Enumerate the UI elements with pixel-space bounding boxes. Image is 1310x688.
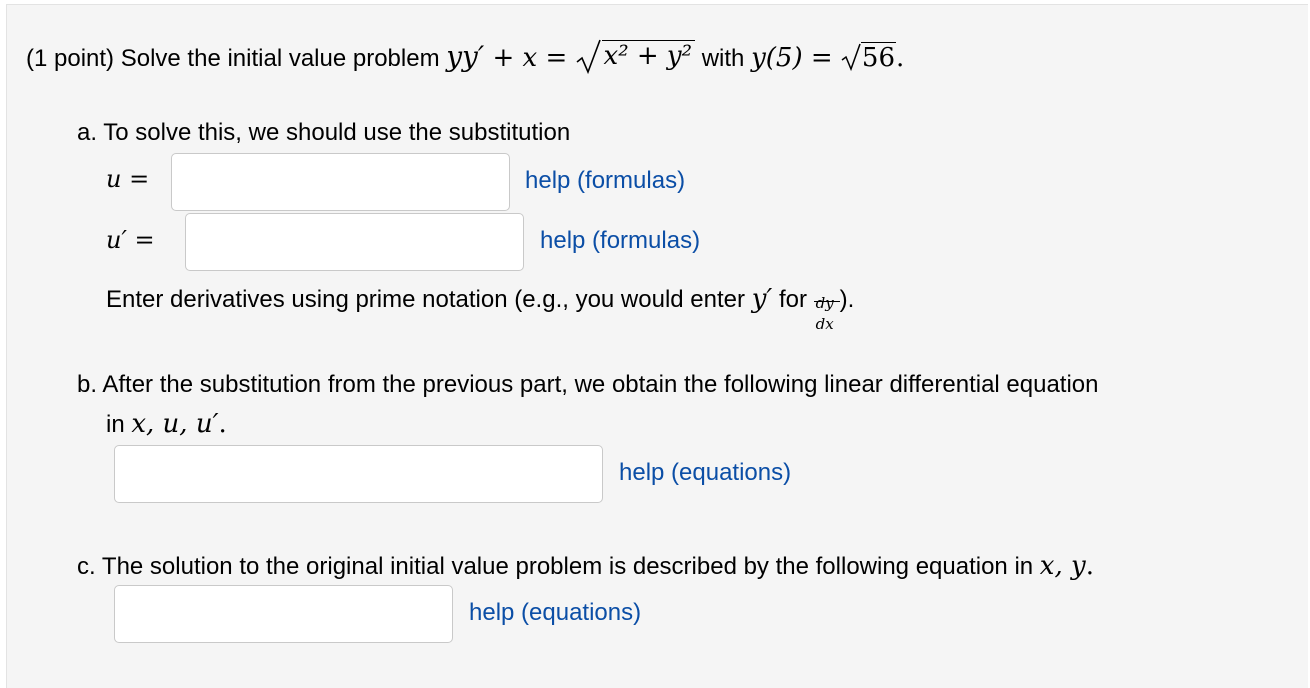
u-prime-help-link[interactable]: help (formulas) [540,227,700,255]
sqrt-radicand: x² + y² [601,40,696,71]
sqrt-expression: x² + y² [576,38,696,77]
problem-statement: (1 point) Solve the initial value proble… [26,38,905,77]
with-text: with [701,45,745,72]
part-b-in: in [106,411,125,438]
dy-dx-fraction: dy dx [813,281,840,333]
u-label: u = [106,165,150,193]
linear-de-input[interactable] [114,445,603,503]
note-for: for [778,286,807,313]
period: . [896,43,905,73]
solution-input[interactable] [114,585,453,643]
sqrt-sign-icon [576,39,601,75]
initial-condition: y(5) = [751,43,841,73]
ic-sqrt: 56 [841,40,897,77]
part-b-period: . [218,409,227,439]
part-c-help-link[interactable]: help (equations) [469,599,641,627]
note-suffix: ). [839,286,855,313]
ic-value: 56 [860,42,897,73]
part-b-intro-line1: b. After the substitution from the previ… [77,371,1099,398]
ode-lhs: yy′ [446,40,485,73]
note-y-prime: y′ [751,284,773,314]
problem-container: (1 point) Solve the initial value proble… [6,4,1308,688]
part-b-help-link[interactable]: help (equations) [619,459,791,487]
u-prime-input[interactable] [185,213,524,271]
part-c-intro: c. The solution to the original initial … [77,551,1094,581]
u-input[interactable] [171,153,510,211]
u-prime-label: u′ = [106,226,155,254]
prompt-text: Solve the initial value problem [120,45,440,72]
note-prefix: Enter derivatives using prime notation (… [106,286,746,313]
part-b-intro-line2: in x, u, u′. [106,409,227,439]
frac-denominator: dx [815,314,834,333]
points-label: (1 point) [26,45,115,72]
part-c-vars: x, y [1039,551,1086,581]
part-c-text: c. The solution to the original initial … [77,553,1034,580]
derivative-note: Enter derivatives using prime notation (… [106,277,855,333]
ic-sqrt-sign-icon [841,43,861,72]
part-c-period: . [1085,551,1094,581]
part-b-vars: x, u, u′ [131,409,219,439]
u-help-link[interactable]: help (formulas) [525,167,685,195]
part-a-intro: a. To solve this, we should use the subs… [77,119,571,146]
ode-plus-x: + x = [484,43,576,73]
